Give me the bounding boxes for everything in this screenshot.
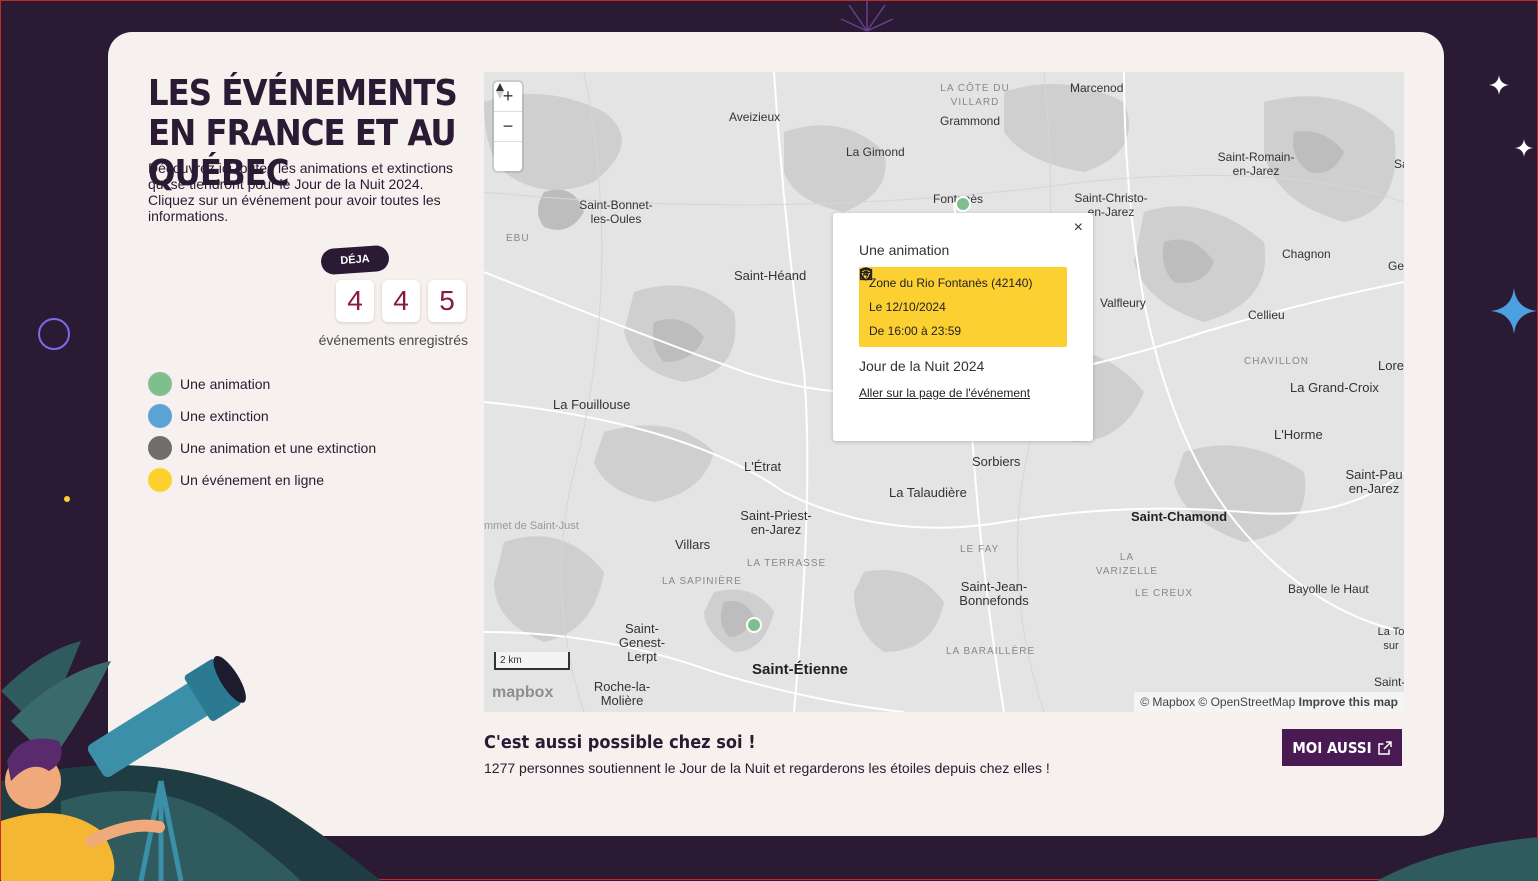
map-attribution: © Mapbox © OpenStreetMap Improve this ma…: [1134, 692, 1404, 712]
counter-digit: 4: [382, 280, 420, 322]
yellow-dot-decoration: [64, 496, 70, 502]
zoom-control: + −: [494, 82, 522, 171]
map-place-label: Chagnon: [1282, 247, 1331, 261]
map-place-label: LA VARIZELLE: [1095, 552, 1159, 577]
map-place-label: mmet de Saint-Just: [484, 520, 579, 532]
map-place-label: La Talaudière: [889, 485, 967, 500]
map-place-label: Saint-Priest-en-Jarez: [740, 508, 812, 537]
legend-label: Une animation: [180, 376, 271, 392]
close-icon[interactable]: ×: [1074, 219, 1083, 237]
map-place-label: Grammond: [940, 114, 1001, 128]
map-place-label: LA SAPINIÈRE: [662, 576, 742, 587]
sparkle-star-icon: [1491, 288, 1537, 334]
intro-text: Découvrez ici toutes les animations et e…: [148, 160, 454, 224]
legend-label: Un événement en ligne: [180, 472, 324, 488]
map-legend: Une animation Une extinction Une animati…: [148, 368, 376, 496]
map-place-label: Aveizieux: [729, 110, 781, 124]
map-place-label: Sorbiers: [972, 454, 1021, 469]
attribution-text[interactable]: © Mapbox © OpenStreetMap: [1140, 695, 1295, 709]
legend-label: Une animation et une extinction: [180, 440, 377, 456]
cta-title: C'est aussi possible chez soi !: [484, 732, 756, 753]
map-scale: 2 km: [494, 652, 570, 670]
compass-icon: [496, 83, 504, 99]
map-place-label: Villars: [675, 537, 711, 552]
telescope-illustration: [1, 641, 381, 881]
map-place-label: LA BARAILLÈRE: [946, 646, 1036, 657]
sparkle-star-icon: [1489, 75, 1509, 95]
popup-date: Le 12/10/2024: [869, 300, 946, 314]
clock-icon: [859, 267, 873, 281]
counter-digit: 4: [336, 280, 374, 322]
map-place-label: Saint-Jean-Bonnefonds: [959, 579, 1029, 608]
cta-text: 1277 personnes soutiennent le Jour de la…: [484, 760, 1050, 776]
popup-time-row: De 16:00 à 23:59: [859, 267, 1067, 343]
yellow-dot-icon: [148, 468, 172, 492]
external-link-icon: [1377, 740, 1392, 755]
map-place-label: La To sur: [1377, 626, 1404, 652]
map-place-label: Lore: [1378, 358, 1404, 373]
mapbox-logo[interactable]: mapbox: [492, 684, 553, 702]
map-place-label: LE CREUX: [1135, 588, 1194, 599]
popup-details: Zone du Rio Fontanès (42140) Le 12/10/20…: [859, 267, 1067, 347]
legend-item-online: Un événement en ligne: [148, 464, 376, 496]
map-place-label: Saint-Étienne: [752, 661, 848, 678]
map-place-label: Saint-Genest-Lerpt: [618, 621, 666, 664]
map-place-label: Bayolle le Haut: [1288, 582, 1369, 596]
counter-label: événements enregistrés: [318, 332, 468, 348]
map-place-label: EBU: [506, 233, 530, 244]
hill-decoration: [1377, 837, 1538, 881]
popup-date-row: Le 12/10/2024: [859, 268, 1067, 319]
map-place-label: LA CÔTE DU VILLARD: [940, 83, 1010, 108]
popup-location-row: Zone du Rio Fontanès (42140): [859, 267, 1067, 295]
popup-time: De 16:00 à 23:59: [869, 324, 962, 338]
map-place-label: LE FAY: [960, 544, 1000, 555]
legend-item-extinction: Une extinction: [148, 400, 376, 432]
map-place-label: Saint-Bonnet-les-Oules: [579, 198, 653, 226]
map-place-label: Roche-la-Molière: [593, 679, 651, 708]
map-place-label: Sa: [1394, 157, 1404, 171]
map-place-label: LA TERRASSE: [747, 558, 827, 569]
event-counter: 4 4 5: [336, 280, 466, 322]
map-place-label: L'Horme: [1274, 427, 1323, 442]
map-place-label: Ge: [1388, 259, 1404, 273]
circle-decoration: [38, 318, 70, 350]
green-dot-icon: [148, 372, 172, 396]
deja-badge: DÉJA: [320, 244, 390, 276]
map-place-label: Marcenod: [1070, 81, 1124, 95]
map-place-label: Saint-Pau en-Jarez: [1345, 467, 1403, 496]
blue-dot-icon: [148, 404, 172, 428]
popup-event-name: Jour de la Nuit 2024: [859, 358, 985, 374]
event-marker[interactable]: [955, 196, 971, 212]
sparkle-star-icon: [1515, 139, 1533, 157]
moi-aussi-button[interactable]: MOI AUSSI: [1282, 729, 1402, 766]
map-place-label: Saint-Héand: [734, 268, 807, 283]
map-place-label: Saint-Romain-en-Jarez: [1217, 150, 1295, 178]
map-place-label: Cellieu: [1248, 308, 1285, 322]
improve-map-link[interactable]: Improve this map: [1299, 695, 1398, 709]
zoom-out-button[interactable]: −: [494, 112, 522, 142]
star-burst-decoration: [840, 1, 894, 32]
legend-item-animation: Une animation: [148, 368, 376, 400]
events-map[interactable]: + − LA CÔTE DU VILLARD Marcenod Aveizieu…: [484, 72, 1404, 712]
event-page-link[interactable]: Aller sur la page de l'événement: [859, 386, 1030, 400]
compass-button[interactable]: [494, 83, 522, 171]
button-label: MOI AUSSI: [1292, 738, 1372, 757]
map-place-label: La Fouillouse: [553, 397, 631, 412]
popup-location: Zone du Rio Fontanès (42140): [869, 276, 1033, 290]
legend-label: Une extinction: [180, 408, 269, 424]
legend-item-both: Une animation et une extinction: [148, 432, 376, 464]
map-place-label: Saint-: [1374, 675, 1404, 689]
popup-event-type: Une animation: [859, 242, 950, 258]
event-popup: × Une animation Zone du Rio Fontanès (42…: [833, 213, 1093, 441]
map-place-label: Saint-Chamond: [1131, 509, 1228, 524]
map-place-label: Valfleury: [1100, 296, 1146, 310]
map-place-label: La Gimond: [846, 145, 905, 159]
event-marker[interactable]: [746, 617, 762, 633]
map-place-label: La Grand-Croix: [1290, 380, 1379, 395]
grey-dot-icon: [148, 436, 172, 460]
map-place-label: L'Étrat: [744, 459, 782, 474]
map-place-label: CHAVILLON: [1244, 356, 1309, 367]
counter-digit: 5: [428, 280, 466, 322]
